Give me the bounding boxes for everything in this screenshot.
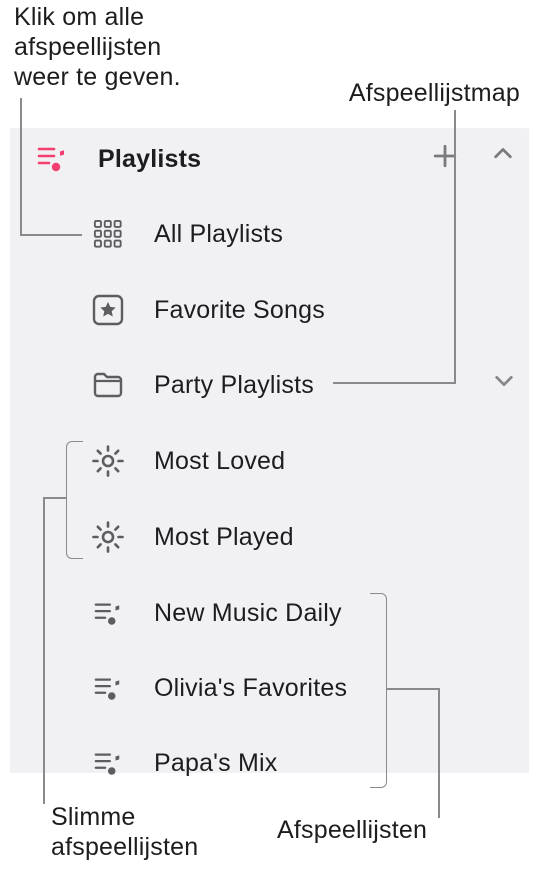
collapse-playlists-chevron[interactable] [492, 143, 522, 173]
sidebar-header-playlists[interactable]: Playlists [34, 134, 201, 184]
sidebar-item-favorite-songs[interactable]: Favorite Songs [90, 285, 325, 335]
sidebar-item-label: Most Loved [154, 447, 285, 476]
sidebar-item-papas-mix[interactable]: Papa's Mix [90, 738, 277, 788]
sidebar-item-label: Papa's Mix [154, 749, 277, 778]
sidebar-item-label: New Music Daily [154, 599, 342, 628]
callout-bracket [66, 441, 83, 559]
sidebar-item-label: All Playlists [154, 220, 283, 249]
callout-connector [333, 382, 455, 384]
favorite-star-icon [90, 292, 126, 328]
callout-bracket [370, 593, 387, 788]
folder-icon [90, 367, 126, 403]
sidebar-item-label: Party Playlists [154, 371, 314, 400]
sidebar-item-party-folder[interactable]: Party Playlists [90, 360, 314, 410]
sidebar-item-new-music-daily[interactable]: New Music Daily [90, 588, 342, 638]
callout-connector [20, 234, 82, 236]
callout-folder: Afspeellijstmap [349, 78, 520, 108]
playlist-icon [90, 670, 126, 706]
sidebar-item-olivias-favorites[interactable]: Olivia's Favorites [90, 663, 347, 713]
sidebar-item-label: Olivia's Favorites [154, 674, 347, 703]
callout-playlists: Afspeellijsten [277, 815, 427, 845]
callout-connector [43, 497, 67, 499]
callout-connector [438, 688, 440, 818]
playlist-icon [90, 595, 126, 631]
callout-connector [20, 98, 22, 236]
expand-folder-chevron[interactable] [493, 370, 515, 392]
callout-smart-playlists: Slimme afspeellijsten [51, 802, 198, 862]
callout-connector [43, 497, 45, 804]
callout-connector [386, 688, 440, 690]
sidebar-header-label: Playlists [98, 145, 201, 174]
playlist-icon [34, 141, 70, 177]
sidebar-item-most-played[interactable]: Most Played [90, 512, 294, 562]
sidebar-item-most-loved[interactable]: Most Loved [90, 436, 285, 486]
add-playlist-button[interactable] [432, 143, 462, 173]
sidebar-item-all-playlists[interactable]: All Playlists [90, 209, 283, 259]
gear-icon [90, 443, 126, 479]
playlist-icon [90, 745, 126, 781]
callout-all-playlists: Klik om alle afspeellijsten weer te geve… [14, 2, 214, 92]
gear-icon [90, 519, 126, 555]
callout-connector [454, 110, 456, 384]
grid-icon [90, 216, 126, 252]
sidebar-item-label: Favorite Songs [154, 296, 325, 325]
sidebar-item-label: Most Played [154, 523, 294, 552]
